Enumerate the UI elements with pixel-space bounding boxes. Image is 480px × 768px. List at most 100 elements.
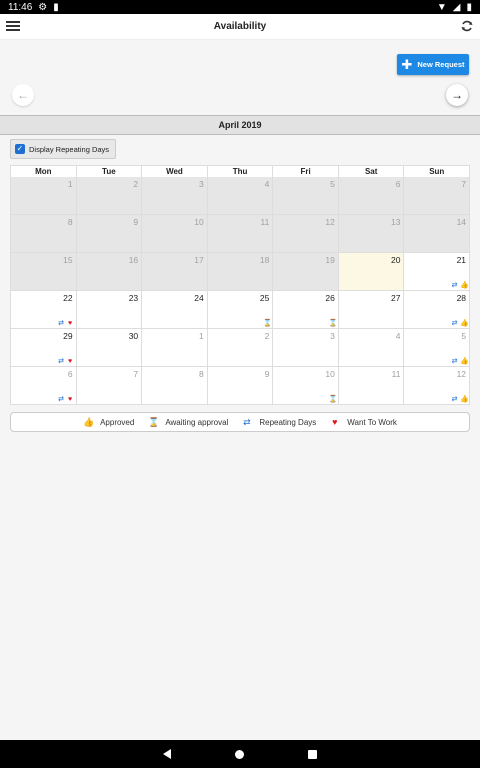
calendar-day-cell[interactable]: 26 ⌛ bbox=[273, 291, 339, 329]
day-number: 7 bbox=[461, 179, 467, 189]
back-icon[interactable] bbox=[163, 749, 171, 759]
sd-card-icon: ▮ bbox=[53, 1, 59, 13]
day-status-icons: ⇄ 👍 bbox=[451, 320, 469, 327]
day-number: 18 bbox=[259, 255, 270, 265]
repeat-icon: ⇄ bbox=[451, 282, 458, 289]
calendar-day-cell[interactable]: 23 bbox=[76, 291, 143, 329]
calendar-day-cell[interactable]: 6 ⇄ ♥ bbox=[11, 367, 77, 405]
calendar-day-cell[interactable]: 1 bbox=[11, 177, 77, 215]
menu-icon[interactable] bbox=[6, 18, 20, 34]
thumbs-up-icon: 👍 bbox=[460, 320, 469, 327]
page-title: Availability bbox=[213, 21, 267, 32]
day-number: 3 bbox=[330, 331, 335, 341]
day-number: 9 bbox=[133, 217, 139, 227]
calendar-day-cell[interactable]: 22 ⇄ ♥ bbox=[11, 291, 77, 329]
checkbox-checked-icon[interactable]: ✓ bbox=[15, 144, 25, 154]
calendar-day-cell[interactable]: 7 bbox=[404, 177, 471, 215]
calendar-day-cell[interactable]: 21 ⇄ 👍 bbox=[404, 253, 471, 291]
calendar-day-cell[interactable]: 27 bbox=[338, 291, 405, 329]
calendar-day-cell[interactable]: 11 bbox=[338, 367, 405, 405]
weekday-thu: Thu bbox=[208, 166, 274, 177]
day-number: 4 bbox=[264, 179, 270, 189]
calendar-day-cell[interactable]: 17 bbox=[142, 253, 208, 291]
weekday-tue: Tue bbox=[77, 166, 143, 177]
hourglass-icon: ⌛ bbox=[263, 320, 273, 327]
new-request-button[interactable]: ✚ New Request bbox=[397, 54, 469, 75]
repeat-icon: ⇄ bbox=[58, 320, 65, 327]
calendar-day-cell[interactable]: 14 bbox=[404, 215, 471, 253]
calendar-day-cell[interactable]: 29 ⇄ ♥ bbox=[11, 329, 77, 367]
next-month-button[interactable]: → bbox=[446, 84, 468, 106]
day-number: 29 bbox=[63, 331, 73, 341]
legend-label: Want To Work bbox=[347, 417, 397, 427]
calendar-day-cell[interactable]: 18 bbox=[207, 253, 274, 291]
calendar-day-cell[interactable]: 1 bbox=[142, 329, 208, 367]
calendar-day-cell[interactable]: 24 bbox=[142, 291, 208, 329]
day-number: 5 bbox=[330, 179, 335, 189]
calendar-day-cell[interactable]: 7 bbox=[76, 367, 143, 405]
calendar-day-cell[interactable]: 9 bbox=[207, 367, 274, 405]
calendar-day-cell[interactable]: 6 bbox=[338, 177, 405, 215]
arrow-left-icon: ← bbox=[17, 88, 29, 102]
calendar-day-cell[interactable]: 13 bbox=[338, 215, 405, 253]
calendar-day-cell[interactable]: 5 ⇄ 👍 bbox=[404, 329, 471, 367]
legend-item-approved: 👍 Approved bbox=[83, 417, 134, 427]
day-number: 27 bbox=[391, 293, 401, 303]
app-bar: Availability bbox=[0, 14, 480, 40]
calendar-day-cell[interactable]: 19 bbox=[273, 253, 339, 291]
weekday-sun: Sun bbox=[429, 167, 445, 176]
day-number: 12 bbox=[325, 217, 335, 227]
calendar-week-row: 1 2 3 4 5 6 7 bbox=[10, 177, 471, 215]
home-icon[interactable] bbox=[235, 749, 244, 759]
calendar-day-cell[interactable]: 3 bbox=[142, 177, 208, 215]
day-number: 11 bbox=[391, 369, 401, 379]
legend: 👍 Approved ⌛ Awaiting approval ⇄ Repeati… bbox=[10, 412, 470, 432]
calendar-day-cell[interactable]: 12 bbox=[273, 215, 339, 253]
day-number: 23 bbox=[128, 293, 139, 303]
legend-label: Repeating Days bbox=[259, 417, 317, 427]
recent-apps-icon[interactable] bbox=[308, 749, 317, 759]
day-status-icons: ⇄ ♥ bbox=[58, 358, 74, 365]
heart-icon: ♥ bbox=[68, 396, 73, 403]
calendar-day-cell[interactable]: 16 bbox=[76, 253, 143, 291]
calendar-day-cell[interactable]: 5 bbox=[273, 177, 339, 215]
calendar-day-cell[interactable]: 8 bbox=[11, 215, 77, 253]
day-number: 7 bbox=[133, 369, 139, 379]
day-number: 8 bbox=[67, 217, 73, 227]
calendar-day-cell[interactable]: 8 bbox=[142, 367, 208, 405]
repeat-icon: ⇄ bbox=[58, 396, 65, 403]
weekday-wed: Wed bbox=[142, 166, 208, 177]
calendar-week-row: 22 ⇄ ♥ 23 24 25 ⌛ 26 ⌛ 27 28 ⇄ 👍 bbox=[10, 291, 471, 329]
display-repeating-label: Display Repeating Days bbox=[29, 144, 110, 154]
calendar-day-cell[interactable]: 28 ⇄ 👍 bbox=[404, 291, 471, 329]
repeat-icon: ⇄ bbox=[451, 320, 458, 327]
day-number: 2 bbox=[133, 179, 139, 189]
calendar-day-cell[interactable]: 25 ⌛ bbox=[207, 291, 274, 329]
weekday-fri: Fri bbox=[273, 166, 339, 177]
calendar-day-cell[interactable]: 10 bbox=[142, 215, 208, 253]
display-repeating-days-toggle[interactable]: ✓ Display Repeating Days bbox=[10, 139, 116, 159]
calendar-day-cell[interactable]: 10 ⌛ bbox=[273, 367, 339, 405]
battery-icon: ▮ bbox=[466, 1, 472, 13]
thumbs-up-icon: 👍 bbox=[460, 358, 469, 365]
calendar-day-cell[interactable]: 4 bbox=[338, 329, 405, 367]
calendar-day-cell[interactable]: 15 bbox=[11, 253, 77, 291]
calendar-day-cell[interactable]: 11 bbox=[207, 215, 274, 253]
calendar-day-cell[interactable]: 20 bbox=[338, 253, 405, 291]
thumbs-up-icon: 👍 bbox=[460, 282, 469, 289]
calendar-day-cell[interactable]: 2 bbox=[76, 177, 143, 215]
calendar-day-cell[interactable]: 3 bbox=[273, 329, 339, 367]
heart-icon: ♥ bbox=[68, 320, 73, 327]
calendar-day-cell[interactable]: 12 ⇄ 👍 bbox=[404, 367, 471, 405]
day-number: 21 bbox=[456, 255, 467, 265]
calendar-day-cell[interactable]: 9 bbox=[76, 215, 143, 253]
calendar-day-cell[interactable]: 2 bbox=[207, 329, 274, 367]
calendar-day-cell[interactable]: 30 bbox=[76, 329, 143, 367]
previous-month-button[interactable]: ← bbox=[12, 84, 34, 106]
repeat-icon: ⇄ bbox=[58, 358, 65, 365]
day-number: 5 bbox=[461, 331, 467, 341]
day-number: 12 bbox=[456, 369, 467, 379]
calendar-day-cell[interactable]: 4 bbox=[207, 177, 274, 215]
refresh-icon[interactable] bbox=[460, 19, 474, 33]
day-number: 6 bbox=[395, 179, 401, 189]
